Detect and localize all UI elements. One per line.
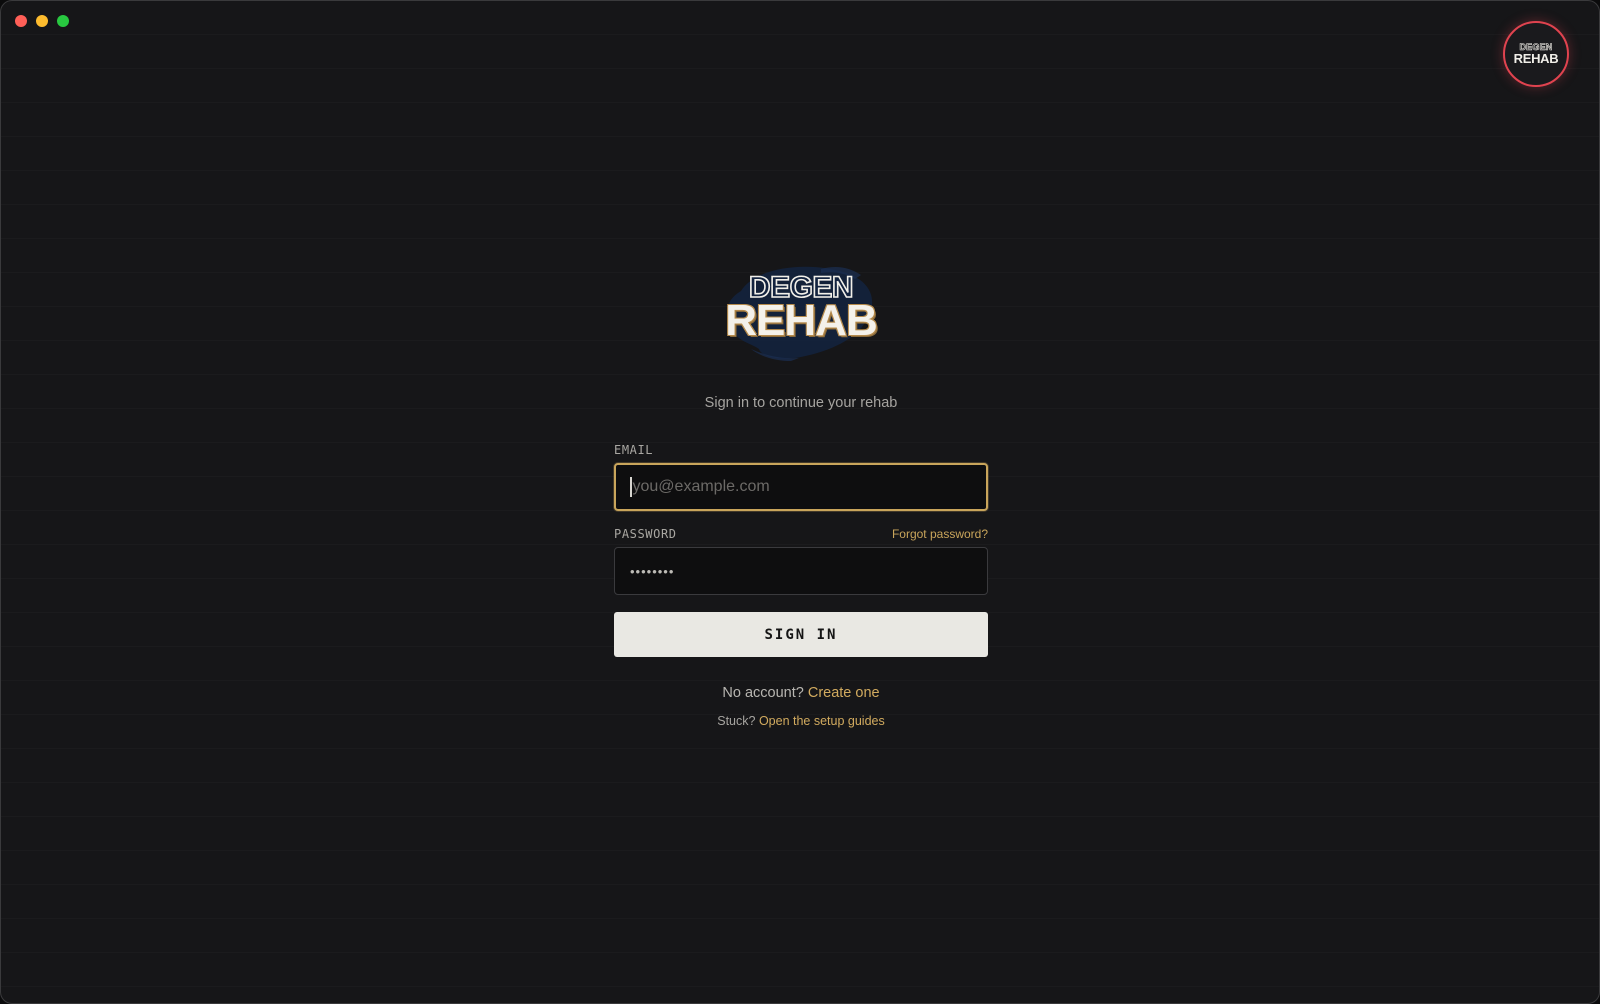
setup-guides-link[interactable]: Open the setup guides (759, 714, 885, 728)
close-window-button[interactable] (15, 15, 27, 27)
window-controls (15, 15, 69, 27)
password-mask: •••••••• (630, 563, 675, 579)
brand-badge-avatar[interactable]: DEGEN REHAB (1503, 21, 1569, 87)
sign-in-button[interactable]: SIGN IN (614, 612, 988, 657)
email-field[interactable]: you@example.com (614, 463, 988, 511)
password-label-row: PASSWORD Forgot password? (614, 527, 988, 541)
logo-text-rehab: REHAB (725, 296, 877, 345)
no-account-text: No account? (722, 685, 804, 701)
stuck-text: Stuck? (717, 714, 756, 728)
password-label: PASSWORD (614, 527, 677, 541)
create-account-link[interactable]: Create one (808, 685, 880, 701)
minimize-window-button[interactable] (36, 15, 48, 27)
brand-logo: DEGEN REHAB (711, 251, 891, 371)
page-subtitle: Sign in to continue your rehab (704, 395, 898, 411)
login-form: DEGEN REHAB Sign in to continue your reh… (614, 251, 988, 728)
forgot-password-link[interactable]: Forgot password? (892, 527, 988, 541)
email-placeholder: you@example.com (632, 478, 770, 495)
text-caret (630, 477, 632, 497)
badge-logo-line2: REHAB (1513, 51, 1559, 66)
maximize-window-button[interactable] (57, 15, 69, 27)
no-account-row: No account? Create one (614, 685, 988, 701)
setup-help-row: Stuck? Open the setup guides (614, 714, 988, 728)
email-label: EMAIL (614, 443, 654, 457)
password-field[interactable]: •••••••• (614, 547, 988, 595)
app-window: DEGEN REHAB DEGEN REHAB Sign in to conti… (0, 0, 1600, 1004)
